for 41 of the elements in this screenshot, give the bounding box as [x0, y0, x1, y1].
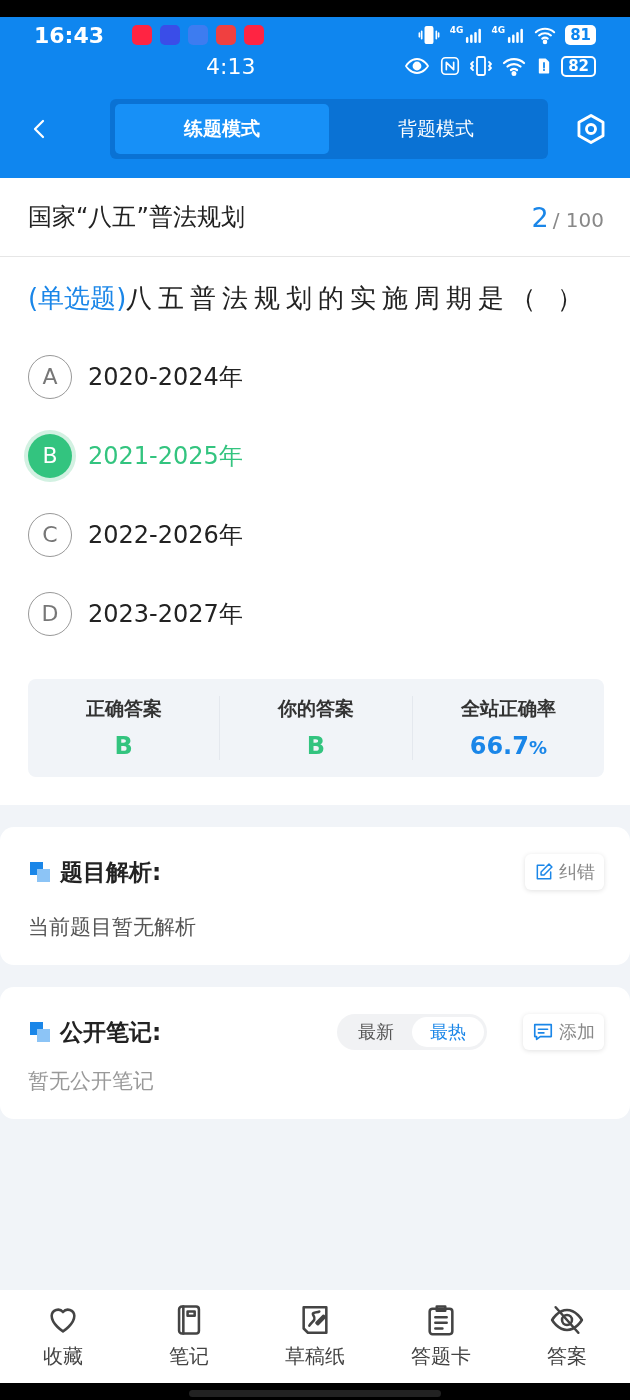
nav-item[interactable]: 收藏: [0, 1302, 126, 1371]
network-label: 4G: [491, 25, 506, 35]
chapter-title: 国家“八五”普法规划: [28, 202, 245, 233]
comment-icon: [532, 1021, 554, 1043]
question-number: 2: [531, 201, 549, 233]
question-total: / 100: [552, 207, 604, 232]
section-icon: [28, 1020, 52, 1044]
nav-item[interactable]: 答题卡: [378, 1302, 504, 1371]
option-text[interactable]: 2020-2024年: [88, 360, 243, 393]
stat-label: 你的答案: [278, 696, 354, 721]
option-text[interactable]: 2023-2027年: [88, 597, 243, 630]
mode-tab[interactable]: 背题模式: [329, 104, 543, 154]
nav-item[interactable]: 笔记: [126, 1302, 252, 1371]
option-text[interactable]: 2022-2026年: [88, 518, 243, 551]
analysis-text: 当前题目暂无解析: [28, 914, 197, 941]
section-title: 题目解析:: [60, 857, 162, 887]
nav-item[interactable]: 答案: [504, 1302, 630, 1371]
section-icon: [28, 860, 52, 884]
report-error-button[interactable]: 纠错: [525, 854, 604, 890]
nav-item[interactable]: 草稿纸: [252, 1302, 378, 1371]
sort-tab[interactable]: 最新: [340, 1017, 412, 1047]
question-text: (单选题)八五普法规划的实施周期是（ ）: [27, 282, 590, 315]
clock: 16:43: [34, 22, 106, 48]
battery-level: 82: [561, 55, 596, 77]
stat-label: 全站正确率: [460, 696, 556, 721]
add-note-button[interactable]: 添加: [523, 1014, 604, 1050]
answer-value: B: [114, 732, 133, 760]
accuracy-rate: 66.7%: [469, 732, 547, 760]
edit-icon: [534, 862, 554, 882]
battery-level: 81: [565, 25, 596, 45]
answer-value: B: [306, 732, 326, 760]
sort-tab[interactable]: 最热: [412, 1017, 484, 1047]
hide-answer-icon: [550, 1303, 584, 1337]
notes-empty-text: 暂无公开笔记: [28, 1068, 155, 1095]
stat-label: 正确答案: [85, 696, 162, 721]
mode-tab[interactable]: 练题模式: [115, 104, 329, 154]
recording-time: 4:13: [206, 53, 256, 79]
network-label: 4G: [449, 25, 464, 35]
section-title: 公开笔记:: [60, 1017, 162, 1047]
vibrate-icon: [469, 54, 494, 78]
nfc-icon: [439, 54, 462, 78]
